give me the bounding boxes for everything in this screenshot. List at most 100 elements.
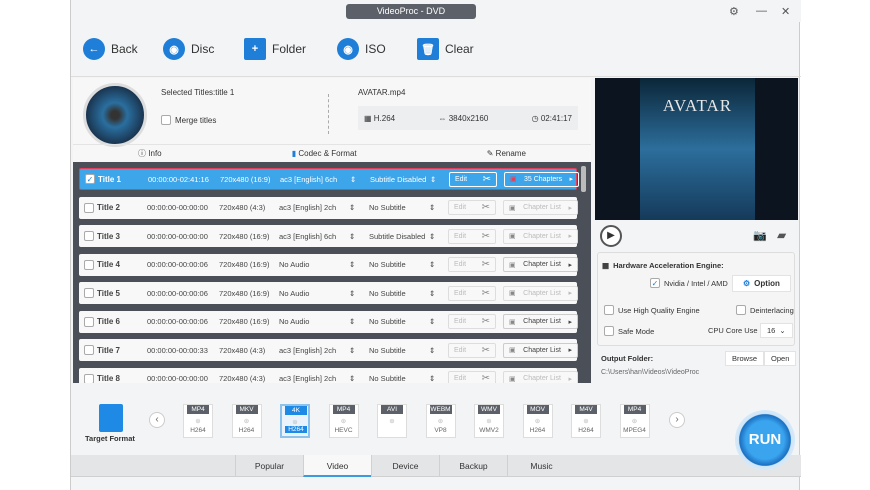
- subtitle-select[interactable]: Subtitle Disabled: [369, 232, 425, 241]
- title-row[interactable]: Title 3 00:00:00-00:00:00 720x480 (16:9)…: [79, 225, 578, 247]
- nvidia-checkbox[interactable]: ✓ Nvidia / Intel / AMD: [650, 278, 728, 288]
- iso-button[interactable]: ◉ ISO: [337, 38, 386, 60]
- play-icon[interactable]: ▶: [600, 225, 622, 247]
- format-item[interactable]: WMV ⊛ WMV2: [474, 404, 504, 438]
- title-duration[interactable]: 00:00:00-00:00:06: [147, 317, 208, 326]
- subtitle-select[interactable]: No Subtitle: [369, 374, 406, 383]
- edit-button[interactable]: Edit ✂: [448, 342, 496, 358]
- subtitle-select[interactable]: No Subtitle: [369, 289, 406, 298]
- clear-button[interactable]: 🗑 Clear: [417, 38, 474, 60]
- audio-select[interactable]: ac3 [English] 6ch: [280, 175, 337, 184]
- codec-format-tab[interactable]: ▮ Codec & Format: [292, 149, 357, 158]
- title-name: Title 4: [97, 260, 120, 269]
- title-row[interactable]: Title 2 00:00:00-00:00:00 720x480 (4:3) …: [79, 196, 578, 219]
- chapter-list-button[interactable]: ▣ Chapter List ▸: [503, 342, 578, 358]
- title-row[interactable]: ✓ Title 1 00:00:00-02:41:16 720x480 (16:…: [79, 168, 579, 190]
- option-button[interactable]: ⚙ Option: [732, 275, 791, 292]
- close-icon[interactable]: ✕: [781, 5, 790, 18]
- audio-select[interactable]: ac3 [English] 2ch: [279, 346, 336, 355]
- title-checkbox[interactable]: [84, 345, 94, 355]
- title-checkbox[interactable]: ✓: [85, 174, 95, 184]
- folder-button[interactable]: + Folder: [244, 38, 306, 60]
- merge-label: Merge titles: [175, 115, 217, 125]
- tab-backup[interactable]: Backup: [439, 455, 507, 477]
- chapter-list-button[interactable]: ▣ Chapter List ▸: [503, 200, 578, 215]
- audio-select[interactable]: No Audio: [279, 289, 309, 298]
- format-item[interactable]: MKV ⊛ H264: [231, 404, 262, 438]
- format-item[interactable]: MP4 ⊛ MPEG4: [619, 404, 650, 438]
- subtitle-select[interactable]: No Subtitle: [369, 317, 406, 326]
- edit-button[interactable]: Edit ✂: [448, 228, 496, 244]
- high-quality-checkbox[interactable]: Use High Quality Engine: [604, 305, 700, 315]
- browse-button[interactable]: Browse: [725, 351, 765, 366]
- title-duration[interactable]: 00:00:00-00:00:06: [147, 260, 208, 269]
- subtitle-select[interactable]: No Subtitle: [369, 346, 406, 355]
- audio-select[interactable]: No Audio: [279, 317, 309, 326]
- format-item[interactable]: M4V ⊛ H264: [571, 404, 601, 438]
- tab-popular[interactable]: Popular: [235, 455, 303, 477]
- title-row[interactable]: Title 5 00:00:00-00:00:06 720x480 (16:9)…: [79, 282, 578, 304]
- title-checkbox[interactable]: [84, 316, 94, 327]
- title-duration[interactable]: 00:00:00-00:00:00: [147, 203, 208, 212]
- open-button[interactable]: Open: [764, 351, 797, 366]
- title-checkbox[interactable]: [84, 288, 94, 298]
- safe-mode-checkbox[interactable]: Safe Mode: [604, 326, 654, 336]
- tab-video[interactable]: Video: [303, 455, 371, 477]
- minimize-icon[interactable]: —: [756, 5, 767, 17]
- format-item[interactable]: MP4 ⊛ HEVC: [328, 404, 359, 438]
- title-row[interactable]: Title 7 00:00:00-00:00:33 720x480 (4:3) …: [79, 339, 578, 361]
- title-row[interactable]: Title 4 00:00:00-00:00:06 720x480 (16:9)…: [79, 253, 578, 276]
- subtitle-select[interactable]: No Subtitle: [369, 260, 406, 269]
- format-item[interactable]: MP4 ⊛ H264: [183, 404, 213, 438]
- edit-button[interactable]: Edit ✂: [449, 171, 497, 187]
- title-duration[interactable]: 00:00:00-02:41:16: [148, 175, 209, 184]
- title-row[interactable]: Title 6 00:00:00-00:00:06 720x480 (16:9)…: [79, 310, 578, 333]
- next-format-button[interactable]: ›: [669, 412, 685, 428]
- chapter-list-button[interactable]: ▣ Chapter List ▸: [503, 371, 578, 383]
- title-checkbox[interactable]: [84, 202, 94, 213]
- back-button[interactable]: ← Back: [83, 38, 138, 60]
- disc-button[interactable]: ◉ Disc: [163, 38, 214, 60]
- deinterlacing-checkbox[interactable]: Deinterlacing: [736, 305, 794, 315]
- chapter-list-button[interactable]: ▣ Chapter List ▸: [503, 257, 578, 272]
- title-checkbox[interactable]: [84, 231, 94, 241]
- format-item[interactable]: MOV ⊛ H264: [522, 404, 553, 438]
- subtitle-select[interactable]: No Subtitle: [369, 203, 406, 212]
- prev-format-button[interactable]: ‹: [149, 412, 165, 428]
- info-tab[interactable]: ⓘ Info: [138, 148, 162, 159]
- run-button[interactable]: RUN: [735, 410, 795, 470]
- chapter-list-button[interactable]: ▣ Chapter List ▸: [503, 228, 578, 244]
- title-checkbox[interactable]: [84, 373, 94, 383]
- tab-music[interactable]: Music: [507, 455, 575, 477]
- subtitle-select[interactable]: Subtitle Disabled: [370, 175, 426, 184]
- merge-titles-checkbox[interactable]: Merge titles: [161, 115, 216, 125]
- cpu-core-select[interactable]: 16 ⌄: [760, 323, 793, 338]
- format-item[interactable]: 4K ⊛ H264: [280, 404, 310, 438]
- format-item[interactable]: WEBM ⊛ VP8: [425, 404, 456, 438]
- audio-select[interactable]: No Audio: [279, 260, 309, 269]
- folder-icon[interactable]: ▰: [777, 228, 786, 242]
- audio-select[interactable]: ac3 [English] 6ch: [279, 232, 336, 241]
- chapter-list-button[interactable]: ▣ Chapter List ▸: [503, 314, 578, 329]
- edit-button[interactable]: Edit ✂: [448, 200, 496, 215]
- audio-select[interactable]: ac3 [English] 2ch: [279, 203, 336, 212]
- camera-icon[interactable]: 📷: [753, 229, 767, 242]
- tab-device[interactable]: Device: [371, 455, 439, 477]
- audio-select[interactable]: ac3 [English] 2ch: [279, 374, 336, 383]
- chapter-list-button[interactable]: ▣ Chapter List ▸: [503, 285, 578, 301]
- title-row[interactable]: Title 8 00:00:00-00:00:00 720x480 (4:3) …: [79, 367, 578, 383]
- title-duration[interactable]: 00:00:00-00:00:00: [147, 232, 208, 241]
- list-scrollbar[interactable]: [581, 166, 586, 192]
- settings-gear-icon[interactable]: ⚙: [729, 5, 739, 18]
- rename-tab[interactable]: ✎ Rename: [487, 149, 526, 158]
- chapter-list-button[interactable]: ▣ 35 Chapters ▸: [504, 171, 579, 187]
- edit-button[interactable]: Edit ✂: [448, 285, 496, 301]
- title-duration[interactable]: 00:00:00-00:00:33: [147, 346, 208, 355]
- edit-button[interactable]: Edit ✂: [448, 371, 496, 383]
- title-duration[interactable]: 00:00:00-00:00:06: [147, 289, 208, 298]
- edit-button[interactable]: Edit ✂: [448, 314, 496, 329]
- format-item[interactable]: AVI ⊛: [377, 404, 407, 438]
- title-checkbox[interactable]: [84, 259, 94, 270]
- title-duration[interactable]: 00:00:00-00:00:00: [147, 374, 208, 383]
- edit-button[interactable]: Edit ✂: [448, 257, 496, 272]
